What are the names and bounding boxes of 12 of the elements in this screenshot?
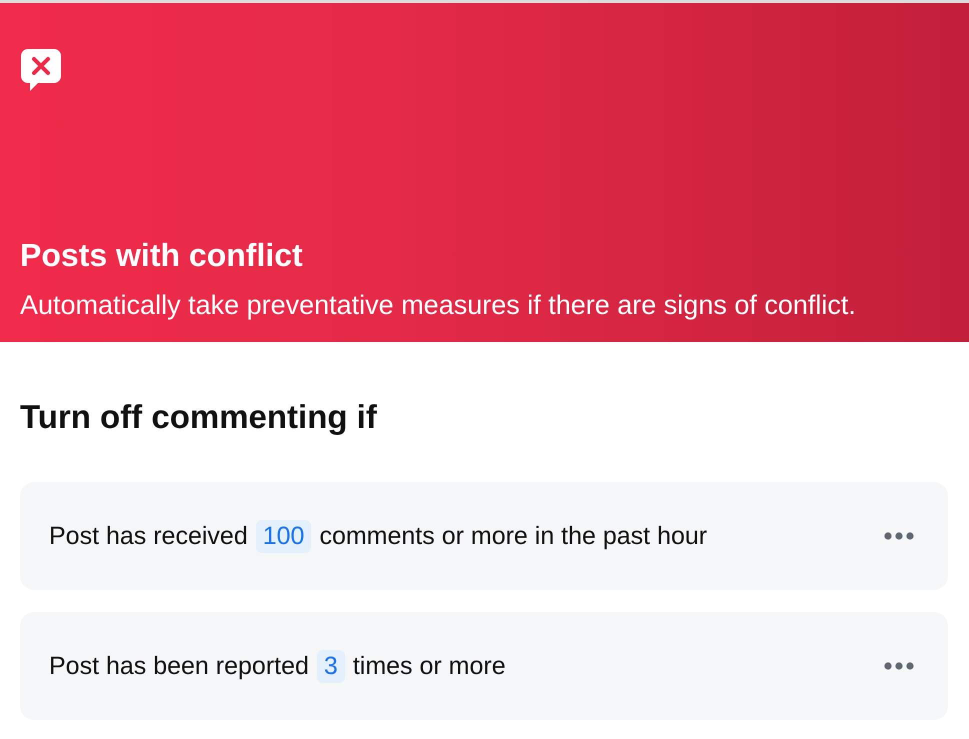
rule-text: Post has received bbox=[49, 522, 248, 550]
value-chip[interactable]: 100 bbox=[256, 520, 312, 552]
more-icon bbox=[884, 662, 914, 670]
rule-text: Post has been reported bbox=[49, 652, 309, 680]
value-chip[interactable]: 3 bbox=[316, 650, 345, 682]
header-description: Automatically take preventative measures if there are signs of conflict. bbox=[20, 289, 857, 322]
comment-blocked-icon bbox=[20, 47, 62, 93]
rule-text: times or more bbox=[352, 652, 506, 680]
header-title: Posts with conflict bbox=[20, 237, 304, 274]
more-icon bbox=[884, 532, 914, 540]
section-title: Turn off commenting if bbox=[20, 398, 378, 436]
rule-text: comments or more in the past hour bbox=[319, 522, 708, 550]
